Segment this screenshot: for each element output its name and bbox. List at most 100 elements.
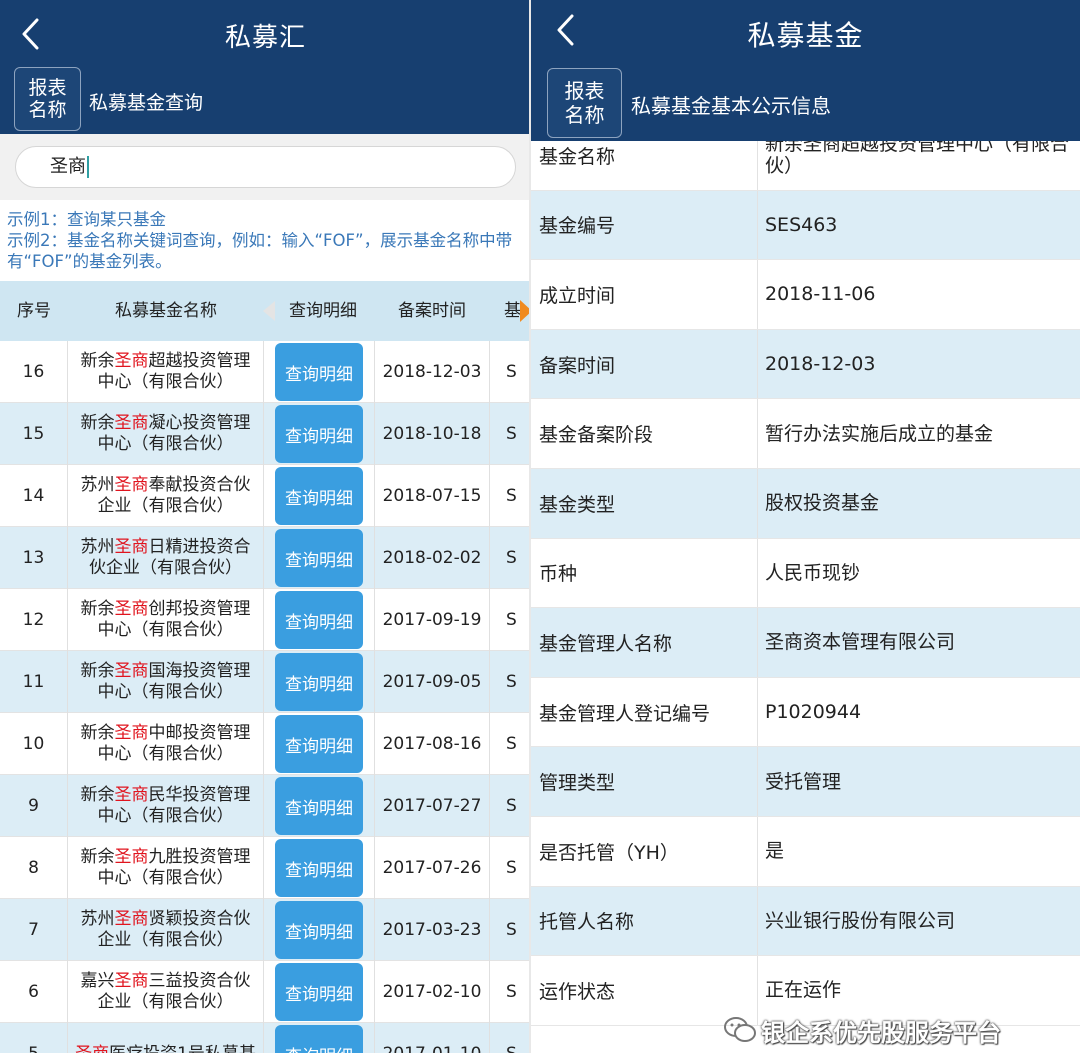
query-detail-button[interactable]: 查询明细 [275, 529, 363, 587]
query-detail-button[interactable]: 查询明细 [275, 405, 363, 463]
query-detail-button[interactable]: 查询明细 [275, 839, 363, 897]
report-name-button[interactable]: 报表 名称 [14, 67, 81, 131]
fund-name: 新余圣商民华投资管理中心（有限合伙） [68, 775, 264, 837]
filing-date: 2018-07-15 [374, 465, 490, 527]
detail-cell: 查询明细 [264, 961, 374, 1023]
fund-name-keyword: 圣商 [114, 351, 149, 371]
fund-name-keyword: 圣商 [114, 909, 149, 929]
detail-row: 托管人名称 兴业银行股份有限公司 [531, 886, 1080, 957]
table-row: 13 苏州圣商日精进投资合伙企业（有限合伙） 查询明细 2018-02-02 S [0, 527, 531, 589]
detail-value: 人民币现钞 [765, 561, 861, 584]
query-detail-button[interactable]: 查询明细 [275, 901, 363, 959]
col-header-name: 私募基金名称 [115, 301, 217, 321]
row-number: 13 [0, 527, 68, 589]
row-number: 12 [0, 589, 68, 651]
fund-name: 新余圣商国海投资管理中心（有限合伙） [68, 651, 264, 713]
fund-name: 新余圣商九胜投资管理中心（有限合伙） [68, 837, 264, 899]
detail-value: 2018-11-06 [765, 283, 876, 306]
detail-value: SES463 [765, 213, 838, 236]
row-number: 8 [0, 837, 68, 899]
detail-label: 基金编号 [531, 190, 758, 260]
col-header-detail: 查询明细 [289, 301, 357, 321]
detail-row: 成立时间 2018-11-06 [531, 260, 1080, 330]
table-row: 9 新余圣商民华投资管理中心（有限合伙） 查询明细 2017-07-27 S [0, 775, 531, 837]
scroll-left-icon[interactable] [263, 301, 275, 321]
watermark: 银企系优先股服务平台 [723, 1013, 1001, 1047]
fund-name-keyword: 圣商 [114, 723, 149, 743]
fund-name: 苏州圣商奉献投资合伙企业（有限合伙） [68, 465, 264, 527]
query-detail-button[interactable]: 查询明细 [275, 591, 363, 649]
search-input[interactable]: 圣商 [15, 146, 516, 188]
table-row: 8 新余圣商九胜投资管理中心（有限合伙） 查询明细 2017-07-26 S [0, 837, 531, 899]
fund-name-prefix: 新余 [80, 847, 115, 867]
query-detail-button[interactable]: 查询明细 [275, 653, 363, 711]
detail-row: 基金编号 SES463 [531, 190, 1080, 261]
row-number: 14 [0, 465, 68, 527]
detail-label: 托管人名称 [531, 886, 758, 956]
navbar: 私募汇 报表 名称 私募基金查询 [0, 0, 531, 134]
text-caret [87, 156, 89, 178]
detail-row: 基金管理人登记编号 P1020944 [531, 677, 1080, 748]
report-name-line1: 报表 [564, 79, 605, 103]
truncated-column: S [506, 610, 517, 630]
fund-name: 新余圣商凝心投资管理中心（有限合伙） [68, 403, 264, 465]
filing-date: 2017-09-19 [374, 589, 490, 651]
fund-name: 嘉兴圣商三益投资合伙企业（有限合伙） [68, 961, 264, 1023]
table-row: 10 新余圣商中邮投资管理中心（有限合伙） 查询明细 2017-08-16 S [0, 713, 531, 775]
truncated-column: S [506, 796, 517, 816]
detail-value: 兴业银行股份有限公司 [765, 909, 956, 932]
query-detail-button[interactable]: 查询明细 [275, 1025, 363, 1053]
wechat-icon [724, 1017, 756, 1042]
row-number: 7 [0, 899, 68, 961]
search-input-value: 圣商 [50, 156, 86, 177]
table-row: 5圣商医疗投资1号私募基查询明细2017-01-10S [0, 1023, 531, 1053]
detail-value: 暂行办法实施后成立的基金 [765, 422, 994, 445]
fund-name-keyword: 圣商 [75, 1044, 109, 1053]
report-subtitle: 私募基金基本公示信息 [631, 94, 831, 118]
fund-name-keyword: 圣商 [114, 413, 149, 433]
detail-label: 基金管理人登记编号 [531, 677, 758, 747]
detail-row: 基金备案阶段 暂行办法实施后成立的基金 [531, 399, 1080, 469]
detail-cell: 查询明细 [264, 899, 374, 961]
detail-label: 备案时间 [531, 329, 758, 399]
query-detail-button[interactable]: 查询明细 [275, 777, 363, 835]
filing-date: 2017-01-10 [374, 1023, 490, 1053]
truncated-column: S [506, 486, 517, 506]
detail-row: 币种 人民币现钞 [531, 538, 1080, 609]
table-row: 15 新余圣商凝心投资管理中心（有限合伙） 查询明细 2018-10-18 S [0, 403, 531, 465]
col-header-date: 备案时间 [398, 301, 466, 321]
table-row: 11 新余圣商国海投资管理中心（有限合伙） 查询明细 2017-09-05 S [0, 651, 531, 713]
filing-date: 2018-02-02 [374, 527, 490, 589]
fund-name-keyword: 圣商 [114, 537, 149, 557]
query-detail-button[interactable]: 查询明细 [275, 715, 363, 773]
row-number: 10 [0, 713, 68, 775]
truncated-column: S [506, 672, 517, 692]
detail-label: 成立时间 [531, 260, 758, 329]
table-row: 6 嘉兴圣商三益投资合伙企业（有限合伙） 查询明细 2017-02-10 S [0, 961, 531, 1023]
detail-cell: 查询明细 [264, 403, 374, 465]
filing-date: 2017-08-16 [374, 713, 490, 775]
fund-name-keyword: 圣商 [114, 475, 149, 495]
row-number: 15 [0, 403, 68, 465]
fund-name-keyword: 圣商 [114, 599, 149, 619]
row-number: 9 [0, 775, 68, 837]
fund-name-keyword: 圣商 [114, 971, 149, 991]
row-number: 5 [0, 1023, 68, 1053]
fund-name-prefix: 苏州 [80, 475, 115, 495]
query-detail-button[interactable]: 查询明细 [275, 963, 363, 1021]
report-name-button[interactable]: 报表 名称 [547, 68, 622, 138]
truncated-column: S [506, 920, 517, 940]
query-detail-button[interactable]: 查询明细 [275, 343, 363, 401]
fund-name-keyword: 圣商 [114, 785, 149, 805]
search-hints: 示例1：查询某只基金 示例2：基金名称关键词查询，例如：输入“FOF”，展示基金… [7, 209, 525, 272]
detail-value: 是 [765, 840, 785, 863]
fund-name: 苏州圣商日精进投资合伙企业（有限合伙） [68, 527, 264, 589]
truncated-column: S [506, 424, 517, 444]
query-detail-button[interactable]: 查询明细 [275, 467, 363, 525]
filing-date: 2017-07-27 [374, 775, 490, 837]
detail-label: 基金备案阶段 [531, 399, 758, 468]
truncated-column: S [506, 734, 517, 754]
detail-value: 股权投资基金 [765, 492, 880, 515]
col-header-no: 序号 [17, 301, 51, 321]
detail-label: 管理类型 [531, 747, 758, 816]
